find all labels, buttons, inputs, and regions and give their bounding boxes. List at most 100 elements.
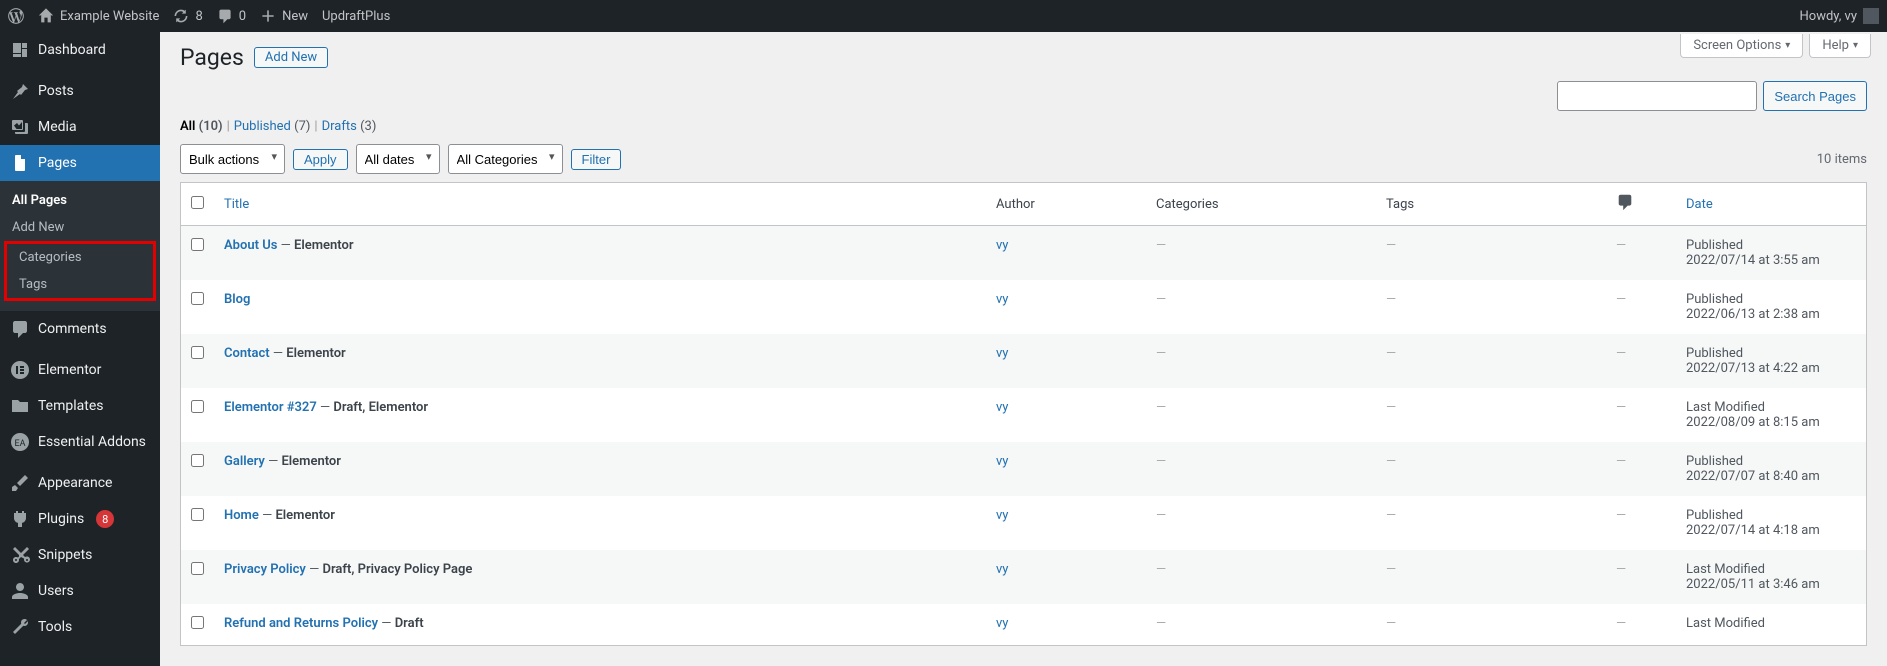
col-tags: Tags: [1376, 183, 1606, 226]
row-checkbox[interactable]: [191, 562, 204, 575]
col-categories: Categories: [1146, 183, 1376, 226]
row-checkbox[interactable]: [191, 238, 204, 251]
search-input[interactable]: [1557, 81, 1757, 111]
page-title-link[interactable]: Blog: [224, 292, 250, 307]
comments-value: —: [1616, 238, 1626, 253]
table-row: Contact — Elementorvy———Published2022/07…: [181, 334, 1866, 388]
home-icon: [38, 8, 54, 24]
submenu-tags[interactable]: Tags: [7, 271, 153, 298]
add-new-button[interactable]: Add New: [254, 47, 328, 68]
categories-select[interactable]: All Categories: [448, 144, 563, 174]
col-date[interactable]: Date: [1686, 197, 1713, 212]
menu-posts[interactable]: Posts: [0, 73, 160, 109]
col-author: Author: [986, 183, 1146, 226]
apply-button[interactable]: Apply: [293, 149, 348, 170]
dashboard-icon: [10, 40, 30, 60]
col-title[interactable]: Title: [224, 197, 249, 212]
date-status: Published: [1686, 454, 1743, 469]
comments-value: —: [1616, 508, 1626, 523]
categories-value: —: [1156, 400, 1166, 415]
date-status: Last Modified: [1686, 616, 1765, 631]
wp-logo[interactable]: [8, 8, 24, 24]
menu-dashboard[interactable]: Dashboard: [0, 32, 160, 68]
categories-value: —: [1156, 238, 1166, 253]
tags-value: —: [1386, 454, 1396, 469]
screen-options-tab[interactable]: Screen Options: [1680, 34, 1803, 58]
table-row: Privacy Policy — Draft, Privacy Policy P…: [181, 550, 1866, 604]
page-title-link[interactable]: Privacy Policy: [224, 562, 306, 577]
author-link[interactable]: vy: [996, 454, 1008, 469]
pages-table: Title Author Categories Tags Date About …: [180, 182, 1867, 646]
filter-button[interactable]: Filter: [571, 149, 622, 170]
menu-comments[interactable]: Comments: [0, 311, 160, 347]
author-link[interactable]: vy: [996, 508, 1008, 523]
tags-value: —: [1386, 292, 1396, 307]
page-title-link[interactable]: Gallery: [224, 454, 265, 469]
menu-appearance[interactable]: Appearance: [0, 465, 160, 501]
row-checkbox[interactable]: [191, 454, 204, 467]
filter-published[interactable]: Published (7): [234, 119, 311, 134]
date-value: 2022/08/09 at 8:15 am: [1686, 415, 1820, 430]
screen-meta-links: Screen Options Help: [1680, 34, 1871, 58]
tags-value: —: [1386, 616, 1396, 631]
help-tab[interactable]: Help: [1809, 34, 1871, 58]
bulk-actions-select[interactable]: Bulk actions: [180, 144, 285, 174]
new-content-link[interactable]: New: [260, 8, 308, 24]
comments-value: —: [1616, 346, 1626, 361]
plus-icon: [260, 8, 276, 24]
row-checkbox[interactable]: [191, 292, 204, 305]
menu-elementor[interactable]: Elementor: [0, 352, 160, 388]
author-link[interactable]: vy: [996, 616, 1008, 631]
site-name-link[interactable]: Example Website: [38, 8, 159, 24]
date-value: 2022/07/07 at 8:40 am: [1686, 469, 1820, 484]
page-title-link[interactable]: Elementor #327: [224, 400, 317, 415]
dates-select[interactable]: All dates: [356, 144, 440, 174]
categories-value: —: [1156, 508, 1166, 523]
menu-tools[interactable]: Tools: [0, 609, 160, 645]
date-value: 2022/06/13 at 2:38 am: [1686, 307, 1820, 322]
menu-plugins[interactable]: Plugins 8: [0, 501, 160, 537]
user-icon: [10, 581, 30, 601]
updraft-label: UpdraftPlus: [322, 9, 390, 24]
menu-templates[interactable]: Templates: [0, 388, 160, 424]
page-title-link[interactable]: About Us: [224, 238, 277, 253]
search-pages-button[interactable]: Search Pages: [1763, 81, 1867, 111]
row-checkbox[interactable]: [191, 400, 204, 413]
page-title-link[interactable]: Refund and Returns Policy: [224, 616, 378, 631]
menu-media[interactable]: Media: [0, 109, 160, 145]
select-all-checkbox[interactable]: [191, 196, 204, 209]
row-checkbox[interactable]: [191, 346, 204, 359]
page-title-link[interactable]: Contact: [224, 346, 270, 361]
comments-value: —: [1616, 562, 1626, 577]
col-comments: [1606, 183, 1676, 226]
menu-pages[interactable]: Pages: [0, 145, 160, 181]
author-link[interactable]: vy: [996, 346, 1008, 361]
menu-users[interactable]: Users: [0, 573, 160, 609]
date-status: Last Modified: [1686, 400, 1765, 415]
page-title: Pages: [180, 44, 244, 71]
row-checkbox[interactable]: [191, 616, 204, 629]
comments-link[interactable]: 0: [217, 8, 246, 24]
comment-icon: [217, 8, 233, 24]
updraftplus-link[interactable]: UpdraftPlus: [322, 9, 390, 24]
updates-link[interactable]: 8: [173, 8, 202, 24]
author-link[interactable]: vy: [996, 562, 1008, 577]
author-link[interactable]: vy: [996, 400, 1008, 415]
submenu-add-new[interactable]: Add New: [0, 214, 160, 241]
row-checkbox[interactable]: [191, 508, 204, 521]
filter-drafts[interactable]: Drafts (3): [322, 119, 377, 134]
submenu-all-pages[interactable]: All Pages: [0, 187, 160, 214]
author-link[interactable]: vy: [996, 292, 1008, 307]
my-account-link[interactable]: Howdy, vy: [1800, 8, 1880, 24]
site-name-text: Example Website: [60, 9, 159, 24]
filter-all[interactable]: All (10): [180, 119, 223, 134]
submenu-categories[interactable]: Categories: [7, 244, 153, 271]
comments-count: 0: [239, 9, 246, 24]
author-link[interactable]: vy: [996, 238, 1008, 253]
menu-snippets[interactable]: Snippets: [0, 537, 160, 573]
page-title-link[interactable]: Home: [224, 508, 259, 523]
menu-essential-addons[interactable]: EA Essential Addons: [0, 424, 160, 460]
categories-value: —: [1156, 292, 1166, 307]
avatar-icon: [1863, 8, 1879, 24]
wrench-icon: [10, 617, 30, 637]
